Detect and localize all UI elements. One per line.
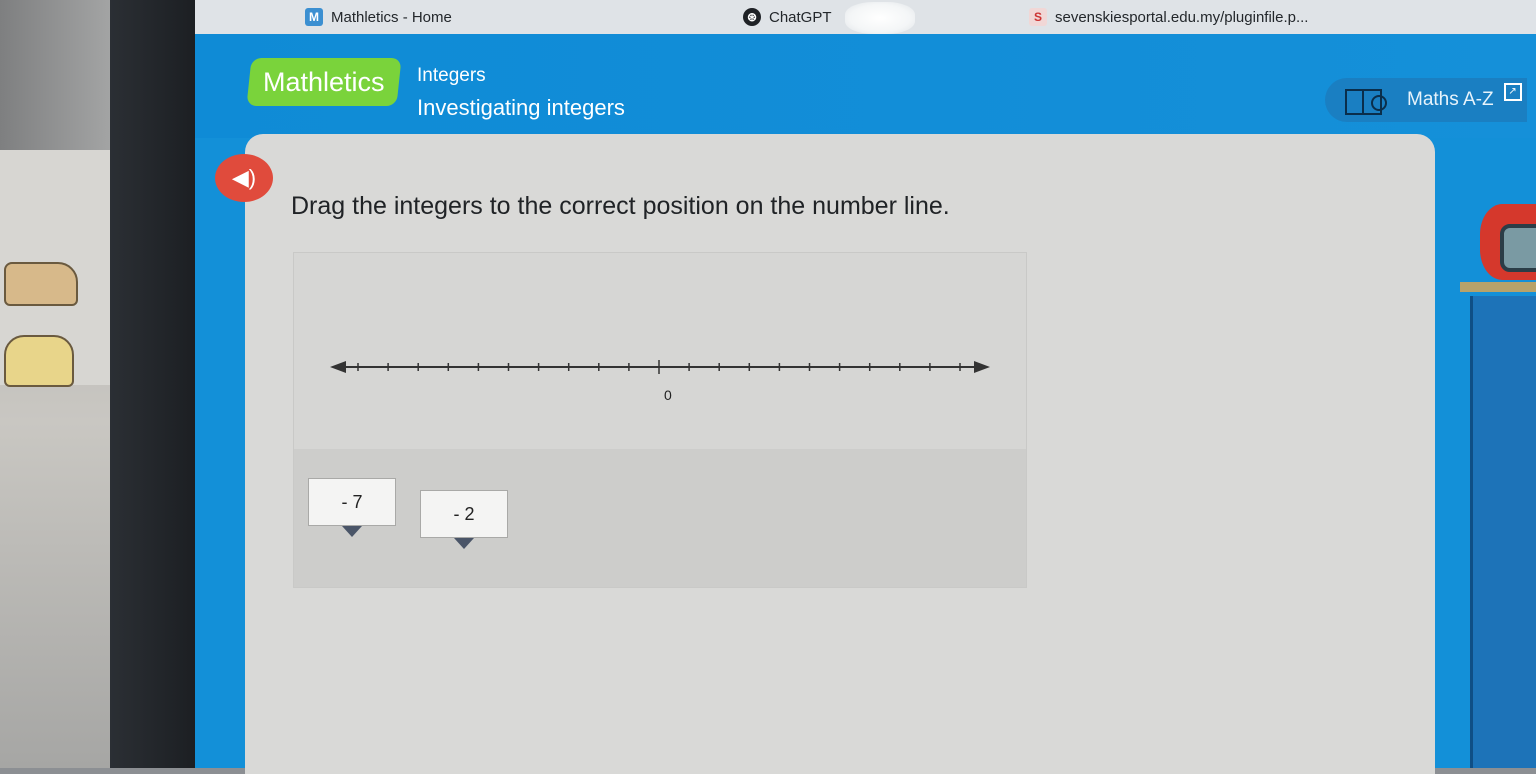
- integer-tile-neg2[interactable]: - 2: [420, 490, 508, 549]
- tile-value: - 2: [453, 503, 475, 524]
- mathletics-favicon-icon: M: [305, 8, 323, 26]
- wall-poster: [0, 0, 110, 150]
- side-pillar: [1470, 296, 1536, 768]
- cake-picture: [4, 262, 78, 306]
- chatgpt-favicon-icon: ⊛: [743, 8, 761, 26]
- page-title: Investigating integers: [417, 95, 625, 120]
- left-arrow-icon: [330, 361, 346, 373]
- screen-glare: [845, 2, 915, 34]
- instruction-text: Drag the integers to the correct positio…: [291, 192, 950, 220]
- tile-pointer: [454, 538, 474, 549]
- external-link-icon: ↗: [1503, 83, 1522, 101]
- zero-tick-label: 0: [664, 387, 672, 403]
- app-header: Mathletics Integers Investigating intege…: [195, 34, 1536, 138]
- right-arrow-icon: [974, 361, 990, 373]
- tab-title: Mathletics - Home: [331, 8, 452, 26]
- tile-value: - 7: [341, 491, 363, 512]
- speaker-icon[interactable]: ◀): [215, 154, 273, 202]
- portal-favicon-icon: S: [1029, 8, 1047, 26]
- monitor-bezel: [110, 0, 195, 768]
- robot-mascot: [1460, 164, 1536, 304]
- number-line-panel: 0 - 7 - 2: [293, 252, 1027, 588]
- tab-pluginfile[interactable]: S sevenskiesportal.edu.my/pluginfile.p..…: [1029, 0, 1308, 34]
- cupcake-picture: [4, 335, 74, 387]
- tab-chatgpt[interactable]: ⊛ ChatGPT: [743, 0, 832, 34]
- tab-title: sevenskiesportal.edu.my/pluginfile.p...: [1055, 8, 1309, 26]
- number-line: [330, 360, 990, 374]
- mathletics-app: Mathletics Integers Investigating intege…: [195, 34, 1536, 774]
- activity-card: ◀) Drag the integers to the correct posi…: [215, 134, 1435, 774]
- topic-breadcrumb: Integers: [417, 65, 486, 86]
- browser-tab-strip: M Mathletics - Home ⊛ ChatGPT S sevenski…: [195, 0, 1536, 34]
- maths-a-z-label: Maths A-Z: [1407, 89, 1494, 110]
- book-search-icon: [1345, 87, 1387, 115]
- mathletics-logo[interactable]: Mathletics: [246, 58, 402, 106]
- tab-title: ChatGPT: [769, 8, 832, 26]
- maths-a-z-button[interactable]: Maths A-Z ↗: [1325, 78, 1527, 122]
- logo-text: Mathletics: [263, 66, 385, 97]
- tab-mathletics-home[interactable]: M Mathletics - Home: [305, 0, 452, 34]
- tile-pointer: [342, 526, 362, 537]
- integer-tile-neg7[interactable]: - 7: [308, 478, 396, 537]
- tile-tray: - 7 - 2: [294, 449, 1026, 587]
